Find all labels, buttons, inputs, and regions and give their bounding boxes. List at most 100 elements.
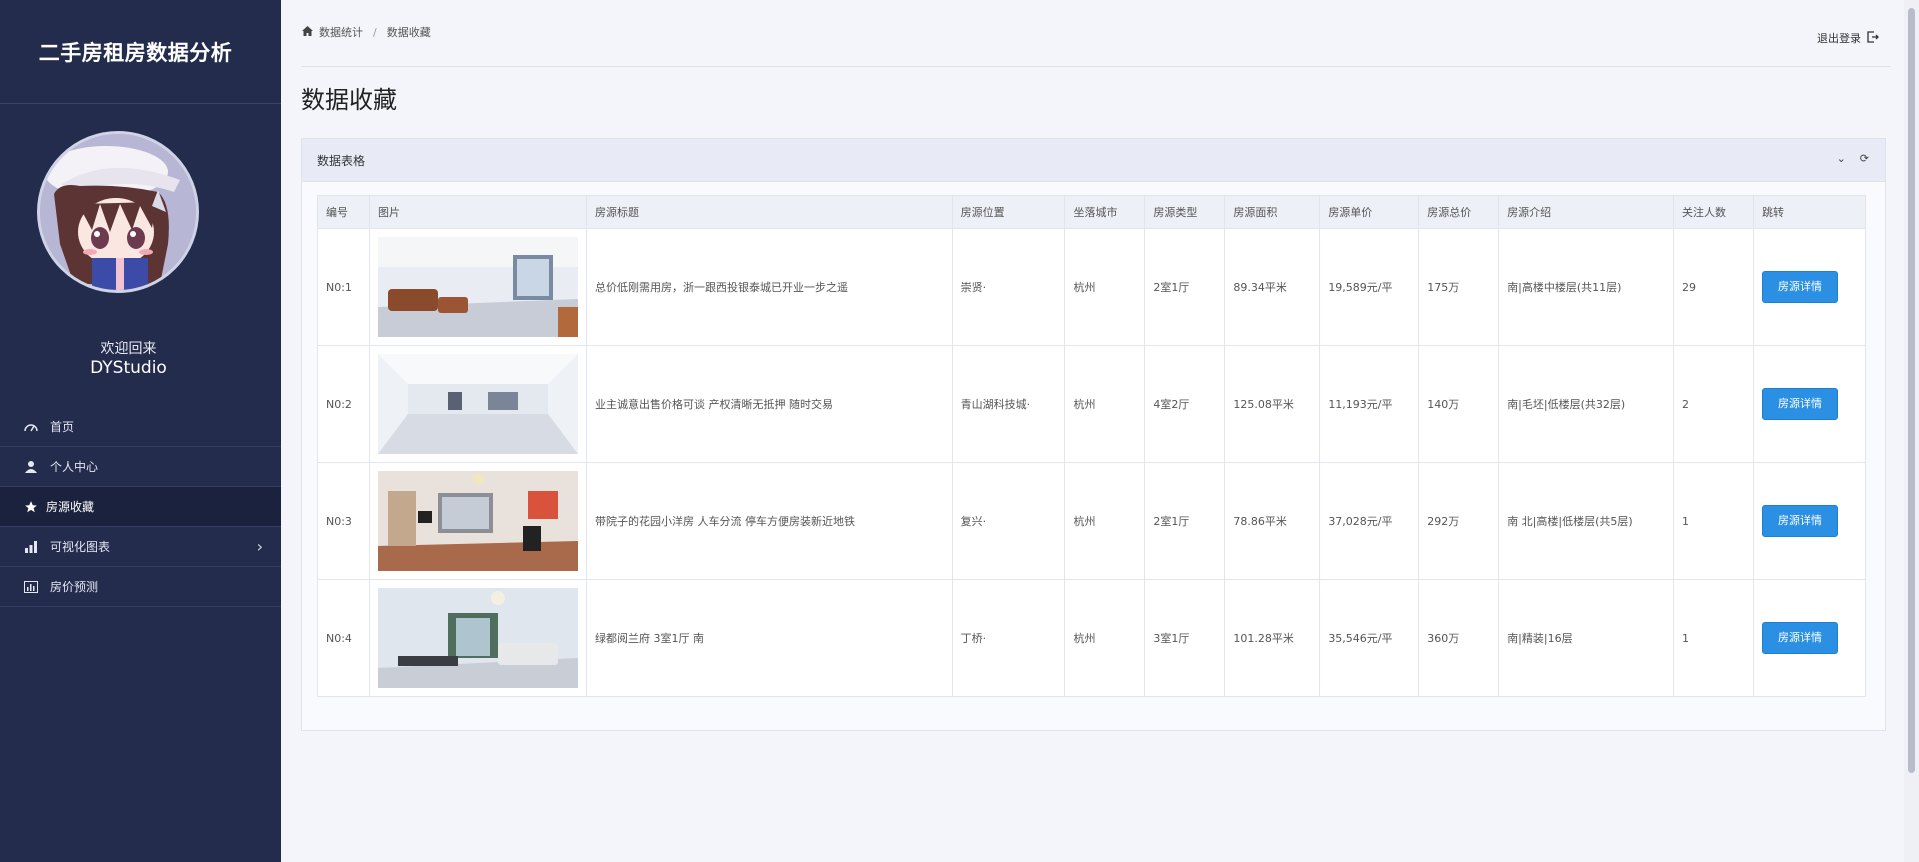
- table-row: N0:4 绿都阅兰府 3室1厅 南 丁桥· 杭州 3室1厅 101.28平米 3…: [317, 579, 1867, 697]
- cell-unit-price: 11,193元/平: [1319, 345, 1420, 463]
- scrollbar-thumb[interactable]: [1908, 8, 1915, 773]
- column-header: 房源单价: [1319, 195, 1420, 229]
- column-header: 房源标题: [585, 195, 953, 229]
- sidebar-item-prediction[interactable]: 房价预测: [0, 567, 281, 607]
- table-header-row: 编号 图片 房源标题 房源位置 坐落城市 房源类型 房源面积 房源单价 房源总价…: [317, 195, 1867, 229]
- cell-intro: 南|高楼中楼层(共11层): [1498, 228, 1675, 346]
- column-header: 房源面积: [1224, 195, 1321, 229]
- sidebar-item-label: 房源收藏: [46, 500, 95, 514]
- cell-location: 崇贤·: [951, 228, 1066, 346]
- user-icon: [22, 460, 40, 473]
- house-detail-button[interactable]: 房源详情: [1761, 388, 1838, 420]
- cell-title: 带院子的花园小洋房 人车分流 停车方便房装新近地铁: [585, 462, 953, 580]
- house-detail-button[interactable]: 房源详情: [1761, 505, 1838, 537]
- card-header: 数据表格 ⌄ ⟳: [302, 139, 1885, 182]
- topbar: 数据统计 / 数据收藏 退出登录: [301, 0, 1891, 67]
- cell-intro: 南 北|高楼|低楼层(共5层): [1498, 462, 1675, 580]
- chevron-right-icon: ›: [256, 537, 263, 556]
- table-row: N0:3 带院子的花园小洋房 人车分流 停车方便房装新近地铁 复兴· 杭州 2室…: [317, 462, 1867, 580]
- house-photo[interactable]: [377, 588, 578, 688]
- logout-icon: [1867, 30, 1879, 46]
- breadcrumb-item[interactable]: 数据统计: [319, 24, 363, 40]
- vertical-scrollbar[interactable]: [1904, 0, 1919, 862]
- cell-id: N0:4: [317, 579, 370, 697]
- column-header: 房源总价: [1418, 195, 1500, 229]
- sidebar-item-profile[interactable]: 个人中心: [0, 447, 281, 487]
- sidebar-item-home[interactable]: 首页: [0, 407, 281, 447]
- cell-photo: [368, 462, 587, 580]
- column-header: 编号: [317, 195, 370, 229]
- cell-area: 101.28平米: [1224, 579, 1321, 697]
- cell-title: 绿都阅兰府 3室1厅 南: [585, 579, 953, 697]
- star-icon: [22, 500, 40, 514]
- sidebar-nav: 首页 个人中心 房源收藏 可视化图表 › 房价预测: [0, 407, 281, 607]
- username: DYStudio: [90, 358, 167, 378]
- house-photo[interactable]: [377, 354, 578, 454]
- sidebar-item-favorites[interactable]: 房源收藏: [0, 487, 281, 527]
- column-header: 房源介绍: [1498, 195, 1675, 229]
- avatar-illustration: [40, 134, 196, 290]
- collapse-chevron-icon[interactable]: ⌄: [1837, 152, 1846, 165]
- cell-action: 房源详情: [1752, 228, 1867, 346]
- cell-type: 2室1厅: [1144, 462, 1226, 580]
- dashboard-icon: [22, 421, 40, 433]
- cell-id: N0:3: [317, 462, 370, 580]
- cell-followers: 2: [1673, 345, 1754, 463]
- cell-photo: [368, 228, 587, 346]
- cell-total-price: 140万: [1418, 345, 1500, 463]
- cell-area: 125.08平米: [1224, 345, 1321, 463]
- cell-followers: 1: [1673, 462, 1754, 580]
- cell-id: N0:1: [317, 228, 370, 346]
- house-photo[interactable]: [377, 237, 578, 337]
- table-row: N0:1 总价低刚需用房，浙一跟西投银泰城已开业一步之遥 崇贤· 杭州 2室1厅…: [317, 228, 1867, 346]
- cell-total-price: 360万: [1418, 579, 1500, 697]
- sidebar-item-label: 房价预测: [50, 580, 99, 594]
- cell-action: 房源详情: [1752, 462, 1867, 580]
- house-photo[interactable]: [377, 471, 578, 571]
- data-table-card: 数据表格 ⌄ ⟳ 编号 图片 房源标题 房源位置 坐落城市 房源类型 房源面积 …: [301, 138, 1886, 731]
- column-header: 关注人数: [1673, 195, 1754, 229]
- cell-id: N0:2: [317, 345, 370, 463]
- card-title: 数据表格: [317, 153, 366, 168]
- bar-chart-icon: [22, 540, 40, 553]
- cell-unit-price: 37,028元/平: [1319, 462, 1420, 580]
- welcome-text: 欢迎回来: [100, 341, 157, 357]
- cell-followers: 29: [1673, 228, 1754, 346]
- cell-city: 杭州: [1064, 579, 1146, 697]
- house-detail-button[interactable]: 房源详情: [1761, 271, 1838, 303]
- cell-location: 青山湖科技城·: [951, 345, 1066, 463]
- cell-area: 89.34平米: [1224, 228, 1321, 346]
- logout-label: 退出登录: [1817, 32, 1861, 45]
- cell-followers: 1: [1673, 579, 1754, 697]
- table-row: N0:2 业主诚意出售价格可谈 产权清晰无抵押 随时交易 青山湖科技城· 杭州 …: [317, 345, 1867, 463]
- app-title: 二手房租房数据分析: [0, 0, 281, 104]
- page-title: 数据收藏: [301, 86, 397, 114]
- house-detail-button[interactable]: 房源详情: [1761, 622, 1838, 654]
- column-header: 坐落城市: [1064, 195, 1146, 229]
- cell-action: 房源详情: [1752, 345, 1867, 463]
- cell-intro: 南|毛坯|低楼层(共32层): [1498, 345, 1675, 463]
- cell-city: 杭州: [1064, 345, 1146, 463]
- column-header: 跳转: [1752, 195, 1867, 229]
- cell-type: 3室1厅: [1144, 579, 1226, 697]
- cell-photo: [368, 579, 587, 697]
- sidebar-item-label: 个人中心: [50, 460, 99, 474]
- cell-area: 78.86平米: [1224, 462, 1321, 580]
- home-icon[interactable]: [302, 25, 313, 39]
- avatar: [37, 131, 199, 293]
- cell-photo: [368, 345, 587, 463]
- chart-box-icon: [22, 580, 40, 593]
- sidebar: 二手房租房数据分析 欢迎回来 DYStudio 首页 个人中心 房源收藏 可视化…: [0, 0, 281, 862]
- refresh-icon[interactable]: ⟳: [1860, 152, 1869, 165]
- breadcrumb-item-current: 数据收藏: [386, 26, 431, 39]
- cell-location: 丁桥·: [951, 579, 1066, 697]
- sidebar-item-label: 首页: [50, 420, 75, 434]
- cell-action: 房源详情: [1752, 579, 1867, 697]
- breadcrumb-separator: /: [373, 25, 377, 39]
- sidebar-item-charts[interactable]: 可视化图表 ›: [0, 527, 281, 567]
- cell-total-price: 292万: [1418, 462, 1500, 580]
- logout-button[interactable]: 退出登录: [1817, 30, 1879, 46]
- cell-city: 杭州: [1064, 462, 1146, 580]
- cell-type: 4室2厅: [1144, 345, 1226, 463]
- sidebar-item-label: 可视化图表: [50, 540, 111, 554]
